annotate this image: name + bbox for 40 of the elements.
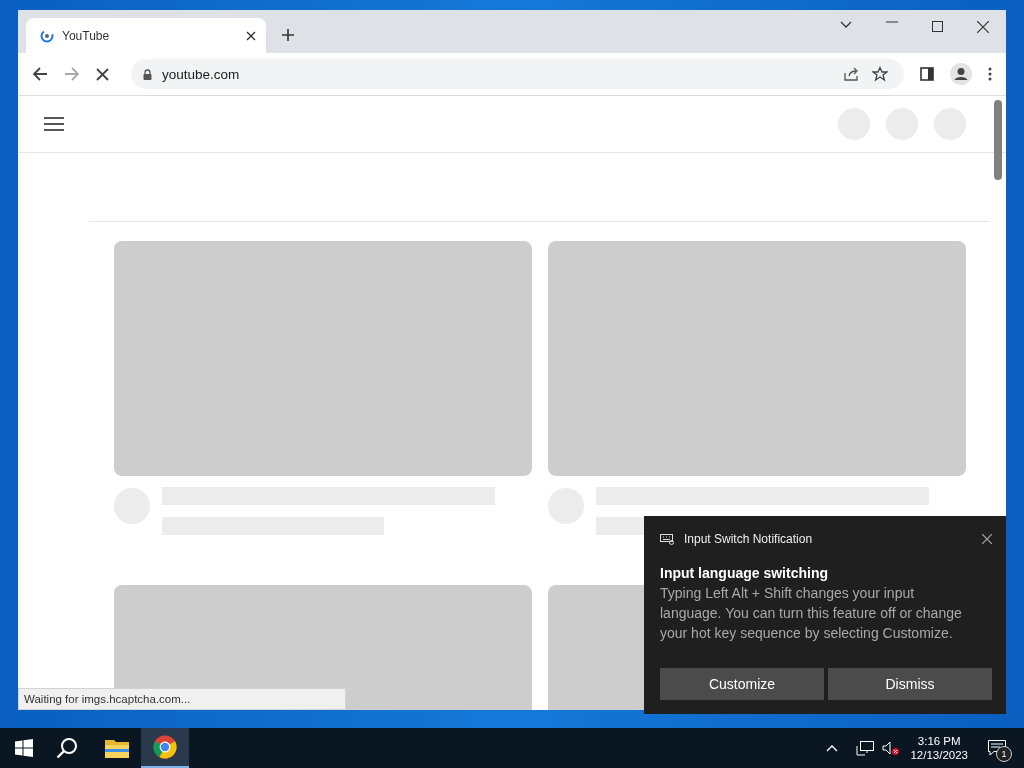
start-icon[interactable] bbox=[15, 739, 33, 757]
keyboard-icon bbox=[660, 533, 674, 545]
clock-date[interactable]: 12/13/2023 bbox=[910, 749, 968, 761]
menu-icon[interactable] bbox=[44, 117, 64, 131]
maximize-icon[interactable] bbox=[932, 21, 943, 32]
notification-button[interactable]: Dismiss bbox=[828, 668, 992, 700]
network-icon[interactable] bbox=[856, 740, 875, 756]
close-icon[interactable] bbox=[246, 30, 256, 41]
action-center-icon bbox=[988, 740, 1006, 756]
stop-icon[interactable] bbox=[96, 67, 109, 81]
chrome-icon bbox=[153, 735, 177, 759]
tab-search-icon[interactable] bbox=[840, 21, 852, 29]
side-panel-icon[interactable] bbox=[920, 67, 934, 81]
taskbar-app[interactable] bbox=[141, 728, 189, 768]
profile-icon[interactable] bbox=[950, 63, 972, 85]
status-text: Waiting for imgs.hcaptcha.com... bbox=[18, 688, 346, 710]
action-center-button[interactable]: 1 bbox=[980, 728, 1014, 768]
speaker-muted-icon[interactable] bbox=[882, 740, 901, 756]
lock-icon bbox=[143, 68, 152, 80]
close-icon[interactable] bbox=[982, 534, 992, 544]
notification-title: Input language switching bbox=[660, 565, 829, 581]
notification-app-name: Input Switch Notification bbox=[684, 532, 813, 546]
clock-time[interactable]: 3:16 PM bbox=[917, 735, 961, 747]
share-icon[interactable] bbox=[844, 67, 860, 81]
new-tab-icon[interactable] bbox=[281, 28, 295, 42]
star-icon[interactable] bbox=[872, 66, 888, 82]
close-icon[interactable] bbox=[977, 21, 989, 33]
scrollbar[interactable] bbox=[994, 100, 1002, 180]
browser-tab[interactable]: YouTube bbox=[26, 18, 266, 53]
notification-button[interactable]: Customize bbox=[660, 668, 824, 700]
search-icon[interactable] bbox=[56, 737, 78, 759]
menu-icon[interactable] bbox=[988, 67, 992, 81]
chevron-up-icon[interactable] bbox=[826, 744, 839, 752]
folder-icon bbox=[105, 738, 129, 758]
address-bar[interactable]: youtube.com bbox=[131, 59, 904, 89]
notification-message: Typing Left Alt + Shift changes your input language. You can turn this feature off or change your hot key sequence by selecting Customize. bbox=[660, 584, 963, 643]
youtube-loading-icon bbox=[40, 28, 54, 43]
tab-title: YouTube bbox=[62, 28, 111, 43]
back-icon[interactable] bbox=[32, 66, 48, 82]
notification-count-badge: 1 bbox=[996, 746, 1012, 762]
